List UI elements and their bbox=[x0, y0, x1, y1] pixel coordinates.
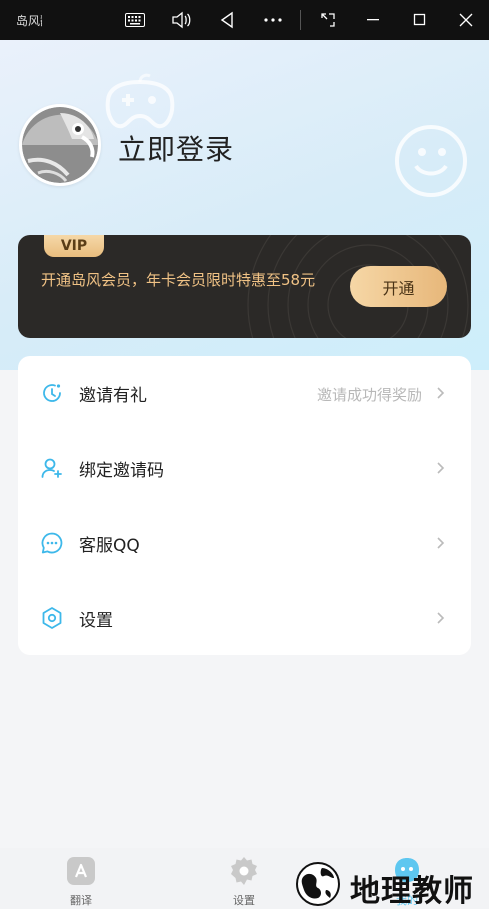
settings-icon bbox=[231, 857, 257, 885]
gear-icon bbox=[42, 607, 62, 629]
translate-icon bbox=[67, 857, 95, 885]
keyboard-icon[interactable] bbox=[123, 8, 147, 32]
maximize-icon[interactable] bbox=[408, 8, 432, 32]
chevron-right-icon bbox=[437, 387, 445, 399]
minimize-icon[interactable] bbox=[362, 8, 386, 32]
chevron-right-icon bbox=[437, 462, 445, 474]
nav-tab-settings[interactable]: 设置 bbox=[214, 856, 274, 908]
menu-item-hint: 邀请成功得奖励 bbox=[316, 386, 422, 404]
nav-label: 翻译 bbox=[70, 894, 92, 907]
vip-open-button[interactable]: 开通 bbox=[350, 266, 447, 307]
more-icon[interactable] bbox=[261, 8, 285, 32]
menu-item-label: 绑定邀请码 bbox=[79, 461, 164, 481]
watermark: 地理教师 bbox=[290, 858, 485, 909]
titlebar-divider bbox=[300, 10, 301, 30]
menu-item-customer-service[interactable]: 客服QQ bbox=[18, 506, 471, 580]
chevron-right-icon bbox=[437, 612, 445, 624]
vip-card[interactable]: VIP 开通岛风会员，年卡会员限时特惠至58元 开通 bbox=[18, 235, 471, 338]
smile-decoration-icon bbox=[395, 125, 467, 197]
vip-badge: VIP bbox=[44, 235, 104, 257]
nav-tab-translate[interactable]: 翻译 bbox=[51, 856, 111, 908]
screenshot-icon[interactable] bbox=[316, 8, 340, 32]
watermark-text: 地理教师 bbox=[350, 874, 474, 909]
menu-item-settings[interactable]: 设置 bbox=[18, 581, 471, 655]
menu-item-label: 客服QQ bbox=[79, 536, 140, 556]
vip-description: 开通岛风会员，年卡会员限时特惠至58元 bbox=[41, 271, 316, 289]
nav-label: 设置 bbox=[233, 894, 255, 907]
menu-item-invite[interactable]: 邀请有礼 邀请成功得奖励 bbox=[18, 356, 471, 430]
window-title: 岛风翻译 bbox=[16, 14, 42, 28]
menu-item-label: 邀请有礼 bbox=[79, 386, 147, 406]
menu-item-label: 设置 bbox=[79, 611, 113, 631]
parrot-avatar-icon bbox=[22, 107, 98, 183]
login-link[interactable]: 立即登录 bbox=[118, 128, 234, 168]
add-user-icon bbox=[41, 458, 62, 478]
back-icon[interactable] bbox=[215, 8, 239, 32]
invite-icon bbox=[43, 384, 61, 402]
avatar[interactable] bbox=[19, 104, 101, 186]
volume-icon[interactable] bbox=[169, 8, 193, 32]
menu-item-bind-code[interactable]: 绑定邀请码 bbox=[18, 431, 471, 505]
chat-icon bbox=[41, 532, 63, 554]
window-titlebar: 岛风翻译 bbox=[0, 0, 489, 40]
menu-card: 邀请有礼 邀请成功得奖励 绑定邀请码 客服QQ 设置 bbox=[18, 356, 471, 655]
chevron-right-icon bbox=[437, 537, 445, 549]
close-icon[interactable] bbox=[454, 8, 478, 32]
globe-logo-icon bbox=[296, 862, 340, 906]
